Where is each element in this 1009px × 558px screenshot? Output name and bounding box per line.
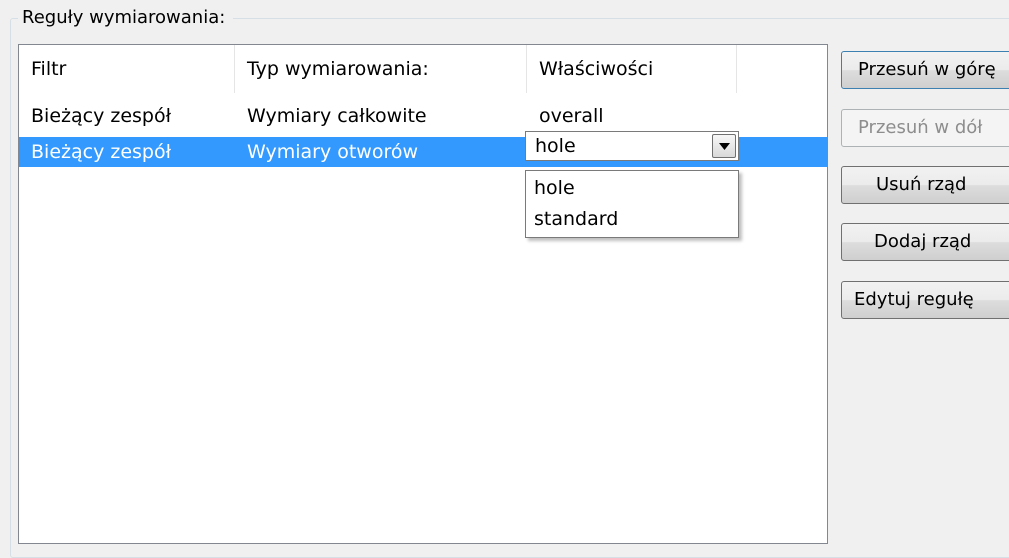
- cell-dimension-type: Wymiary otworów: [247, 141, 419, 163]
- properties-dropdown-list: hole standard: [525, 170, 739, 238]
- column-header-properties[interactable]: Właściwości: [527, 45, 737, 93]
- delete-row-button[interactable]: Usuń rząd: [841, 166, 1009, 204]
- dropdown-option-hole[interactable]: hole: [526, 173, 738, 203]
- cell-filter: Bieżący zespół: [31, 105, 171, 127]
- add-row-button[interactable]: Dodaj rząd: [841, 223, 1009, 261]
- combobox-value: hole: [535, 135, 576, 157]
- rules-table[interactable]: Filtr Typ wymiarowania: Właściwości Bież…: [18, 44, 828, 544]
- edit-rule-button[interactable]: Edytuj regułę: [841, 281, 1009, 319]
- column-header-empty: [737, 45, 827, 93]
- group-title: Reguły wymiarowania:: [18, 6, 234, 30]
- move-up-button[interactable]: Przesuń w górę: [841, 51, 1009, 89]
- chevron-down-icon[interactable]: [712, 134, 736, 158]
- cell-dimension-type: Wymiary całkowite: [247, 105, 427, 127]
- dropdown-option-standard[interactable]: standard: [526, 204, 738, 234]
- properties-combobox[interactable]: hole: [525, 131, 739, 161]
- move-down-button[interactable]: Przesuń w dół: [841, 109, 1009, 147]
- cell-properties: overall: [539, 105, 604, 127]
- table-row[interactable]: Bieżący zespół Wymiary całkowite overall: [19, 101, 827, 131]
- cell-filter: Bieżący zespół: [31, 141, 171, 163]
- column-header-filter[interactable]: Filtr: [19, 45, 235, 93]
- column-header-dimension-type[interactable]: Typ wymiarowania:: [235, 45, 527, 93]
